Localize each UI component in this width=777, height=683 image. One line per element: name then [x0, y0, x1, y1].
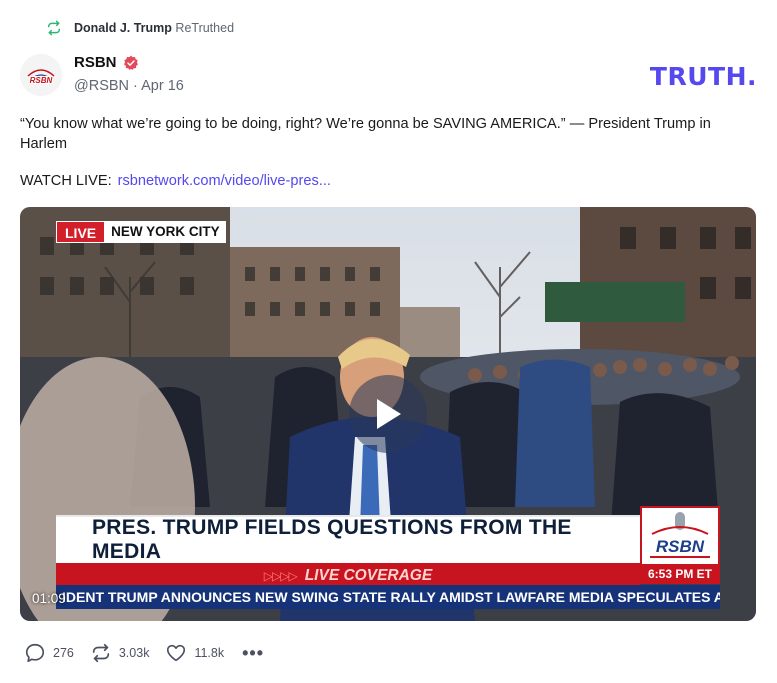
watch-live-label: WATCH LIVE:	[20, 173, 112, 189]
more-options-button[interactable]: •••	[242, 643, 265, 663]
rsbn-logo: RSBN	[650, 512, 710, 558]
video-timestamp: 01:09	[32, 591, 66, 606]
live-coverage-label: LIVE COVERAGE	[304, 567, 433, 584]
watch-live-line: WATCH LIVE: rsbnetwork.com/video/live-pre…	[20, 171, 331, 191]
more-icon: •••	[242, 643, 265, 663]
post-actions: 276 3.03k 11.8k •••	[24, 641, 264, 665]
retruth-user[interactable]: Donald J. Trump	[74, 21, 172, 35]
reply-button[interactable]: 276	[24, 642, 74, 664]
watch-live-link[interactable]: rsbnetwork.com/video/live-pres...	[118, 173, 331, 189]
like-button[interactable]: 11.8k	[165, 642, 224, 664]
post-header: RSBN RSBN @RSBN · Apr 16 TRUTH.	[20, 52, 757, 98]
meta-separator: ·	[133, 78, 138, 94]
news-ticker: IDENT TRUMP ANNOUNCES NEW SWING STATE RA…	[56, 585, 720, 609]
heart-icon	[167, 644, 186, 662]
avatar-logo-text: RSBN	[30, 76, 53, 85]
reply-count: 276	[53, 646, 74, 660]
lower-third: PRES. TRUMP FIELDS QUESTIONS FROM THE ME…	[56, 515, 640, 589]
post-body: “You know what we’re going to be doing, …	[20, 116, 711, 152]
rsbn-bug: RSBN 6:53 PM ET	[640, 506, 720, 584]
like-count: 11.8k	[194, 646, 225, 660]
avatar[interactable]: RSBN	[20, 54, 62, 96]
verified-badge-icon	[123, 55, 138, 70]
logo-dot: .	[747, 62, 757, 91]
rsbn-logo-text: RSBN	[656, 537, 705, 556]
video-player[interactable]: LIVE NEW YORK CITY PRES. TRUMP FIELDS QU…	[20, 207, 756, 621]
logo-text: TRUTH	[649, 62, 747, 91]
broadcast-clock: 6:53 PM ET	[640, 564, 720, 584]
live-badge: LIVE	[56, 221, 106, 243]
retruth-count: 3.03k	[118, 646, 150, 660]
post-date[interactable]: Apr 16	[141, 78, 184, 94]
reply-icon	[25, 643, 45, 663]
retruth-action-icon	[92, 643, 110, 663]
author-meta: @RSBN · Apr 16	[74, 78, 184, 94]
play-icon	[377, 399, 401, 429]
retruth-banner: Donald J. Trump ReTruthed	[46, 18, 234, 38]
author-handle[interactable]: @RSBN	[74, 78, 129, 94]
retruth-button[interactable]: 3.03k	[90, 642, 150, 664]
play-button[interactable]	[349, 375, 427, 453]
retruth-label: ReTruthed	[175, 21, 235, 35]
truth-social-logo[interactable]: TRUTH.	[650, 62, 757, 91]
location-label: NEW YORK CITY	[105, 221, 226, 243]
live-location-tag: LIVE NEW YORK CITY	[56, 221, 226, 243]
coverage-arrows: ▷▷▷▷	[263, 569, 298, 583]
retruth-icon	[47, 20, 61, 36]
author-name[interactable]: RSBN	[74, 54, 117, 71]
lower-third-headline: PRES. TRUMP FIELDS QUESTIONS FROM THE ME…	[56, 515, 640, 563]
author-name-row: RSBN	[74, 54, 139, 71]
